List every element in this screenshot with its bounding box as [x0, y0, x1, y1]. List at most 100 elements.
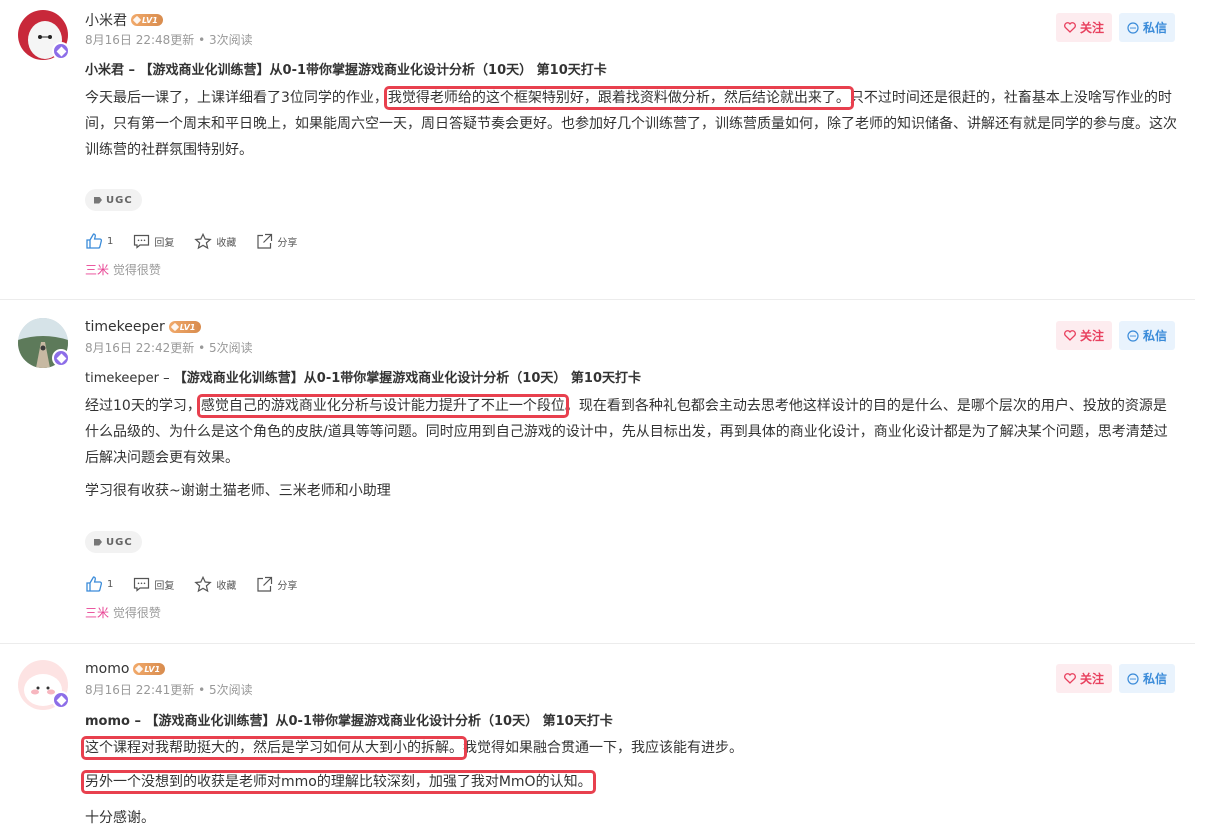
post-actions-top: 关注 私信 — [1055, 321, 1175, 350]
liked-by: 三米 觉得很赞 — [85, 604, 161, 621]
message-button[interactable]: 私信 — [1118, 13, 1175, 42]
chat-bubble-icon — [1127, 329, 1139, 342]
message-label: 私信 — [1142, 672, 1167, 686]
message-button[interactable]: 私信 — [1118, 321, 1175, 350]
username[interactable]: 小米君 LV1 — [85, 10, 163, 30]
post-actions-top: 关注 私信 — [1055, 13, 1175, 42]
verified-badge-icon — [52, 42, 70, 60]
level-badge: LV1 — [131, 14, 163, 26]
heart-icon — [1064, 22, 1076, 33]
diamond-icon — [170, 322, 179, 332]
post-card: 小米君 LV1 8月16日 22:48更新 • 3次阅读 关注 私信 小米君 –… — [0, 0, 1195, 300]
post-body: 这个课程对我帮助挺大的，然后是学习如何从大到小的拆解。我觉得如果融合贯通一下，我… — [81, 735, 1180, 761]
username[interactable]: momo LV1 — [85, 661, 166, 677]
liked-by: 三米 觉得很赞 — [85, 261, 161, 278]
action-bar: 1 回复 收藏 分享 — [85, 575, 317, 593]
like-button[interactable]: 1 — [85, 575, 113, 593]
star-icon — [194, 575, 213, 592]
username-text[interactable]: 小米君 — [85, 10, 127, 30]
level-badge: LV1 — [133, 663, 166, 675]
title-username: timekeeper – — [85, 371, 174, 386]
reply-label: 回复 — [154, 237, 175, 249]
like-count: 1 — [107, 235, 114, 247]
tag-ugc[interactable]: UGC — [85, 189, 142, 211]
collect-label: 收藏 — [216, 237, 237, 249]
message-label: 私信 — [1142, 21, 1167, 35]
follow-label: 关注 — [1079, 21, 1104, 35]
post-meta: 8月16日 22:41更新 • 5次阅读 — [85, 683, 253, 697]
liked-text: 觉得很赞 — [112, 263, 161, 277]
verified-badge-icon — [52, 349, 70, 367]
share-icon — [257, 576, 273, 592]
post-text: 经过10天的学习， — [85, 398, 201, 414]
share-button[interactable]: 分享 — [256, 233, 297, 250]
diamond-icon — [132, 15, 142, 25]
post-body-paragraph: 十分感谢。 — [85, 810, 155, 826]
reply-button[interactable]: 回复 — [133, 234, 174, 249]
post-card: momo LV1 8月16日 22:41更新 • 5次阅读 关注 私信 momo… — [0, 645, 1195, 836]
post-meta: 8月16日 22:42更新 • 5次阅读 — [85, 341, 253, 355]
message-label: 私信 — [1142, 329, 1167, 343]
post-body: 今天最后一课了，上课详细看了3位同学的作业，我觉得老师给的这个框架特别好，跟着找… — [85, 85, 1180, 163]
chat-bubble-icon — [1127, 21, 1139, 34]
follow-button[interactable]: 关注 — [1055, 321, 1112, 350]
star-icon — [194, 232, 213, 249]
tag-label: UGC — [106, 536, 133, 548]
tag-icon — [94, 196, 102, 204]
tag-icon — [94, 538, 102, 546]
username-text[interactable]: momo — [85, 661, 129, 677]
share-label: 分享 — [277, 237, 298, 249]
collect-button[interactable]: 收藏 — [194, 232, 237, 250]
highlighted-text: 这个课程对我帮助挺大的，然后是学习如何从大到小的拆解。 — [81, 736, 467, 760]
highlighted-text: 感觉自己的游戏商业化分析与设计能力提升了不止一个段位 — [196, 394, 569, 418]
liker-name[interactable]: 三米 — [85, 606, 109, 620]
collect-label: 收藏 — [216, 580, 237, 592]
post-body: 经过10天的学习，感觉自己的游戏商业化分析与设计能力提升了不止一个段位。现在看到… — [85, 393, 1180, 471]
action-bar: 1 回复 收藏 分享 — [85, 232, 317, 250]
share-label: 分享 — [277, 580, 298, 592]
diamond-icon — [135, 664, 144, 674]
post-body-paragraph: 学习很有收获~谢谢土猫老师、三米老师和小助理 — [85, 483, 391, 499]
reply-label: 回复 — [154, 580, 175, 592]
reply-button[interactable]: 回复 — [133, 577, 174, 592]
username-text[interactable]: timekeeper — [85, 319, 165, 335]
post-actions-top: 关注 私信 — [1055, 664, 1175, 693]
level-text: LV1 — [144, 664, 161, 674]
post-card: timekeeper LV1 8月16日 22:42更新 • 5次阅读 关注 私… — [0, 301, 1195, 644]
like-count: 1 — [107, 578, 114, 590]
heart-icon — [1064, 330, 1076, 341]
follow-label: 关注 — [1079, 329, 1104, 343]
follow-button[interactable]: 关注 — [1055, 13, 1112, 42]
post-title[interactable]: 小米君 – 【游戏商业化训练营】从0-1带你掌握游戏商业化设计分析（10天） 第… — [85, 59, 607, 78]
liked-text: 觉得很赞 — [112, 606, 161, 620]
heart-icon — [1064, 673, 1076, 684]
level-text: LV1 — [179, 322, 196, 332]
share-icon — [257, 233, 273, 249]
comment-icon — [134, 234, 150, 249]
level-text: LV1 — [142, 15, 158, 25]
thumbs-up-icon — [86, 576, 103, 592]
liker-name[interactable]: 三米 — [85, 263, 109, 277]
level-badge: LV1 — [168, 321, 201, 333]
follow-label: 关注 — [1079, 672, 1104, 686]
message-button[interactable]: 私信 — [1118, 664, 1175, 693]
comment-icon — [134, 577, 150, 592]
like-button[interactable]: 1 — [85, 232, 113, 250]
post-title[interactable]: momo – 【游戏商业化训练营】从0-1带你掌握游戏商业化设计分析（10天） … — [85, 710, 613, 729]
follow-button[interactable]: 关注 — [1055, 664, 1112, 693]
tag-label: UGC — [106, 194, 133, 206]
thumbs-up-icon — [86, 233, 103, 249]
post-meta: 8月16日 22:48更新 • 3次阅读 — [85, 33, 253, 47]
collect-button[interactable]: 收藏 — [194, 575, 237, 593]
chat-bubble-icon — [1127, 672, 1139, 685]
post-body-paragraph: 另外一个没想到的收获是老师对mmo的理解比较深刻，加强了我对MmO的认知。 — [81, 769, 1180, 795]
tag-ugc[interactable]: UGC — [85, 531, 142, 553]
highlighted-text: 我觉得老师给的这个框架特别好，跟着找资料做分析，然后结论就出来了。 — [383, 86, 854, 110]
share-button[interactable]: 分享 — [256, 576, 297, 593]
highlighted-text: 另外一个没想到的收获是老师对mmo的理解比较深刻，加强了我对MmO的认知。 — [81, 770, 596, 794]
verified-badge-icon — [52, 691, 70, 709]
title-text: 【游戏商业化训练营】从0-1带你掌握游戏商业化设计分析（10天） 第10天打卡 — [173, 371, 641, 386]
post-text: 我觉得如果融合贯通一下，我应该能有进步。 — [463, 740, 743, 756]
username[interactable]: timekeeper LV1 — [85, 319, 201, 335]
post-title[interactable]: timekeeper – 【游戏商业化训练营】从0-1带你掌握游戏商业化设计分析… — [85, 367, 641, 386]
